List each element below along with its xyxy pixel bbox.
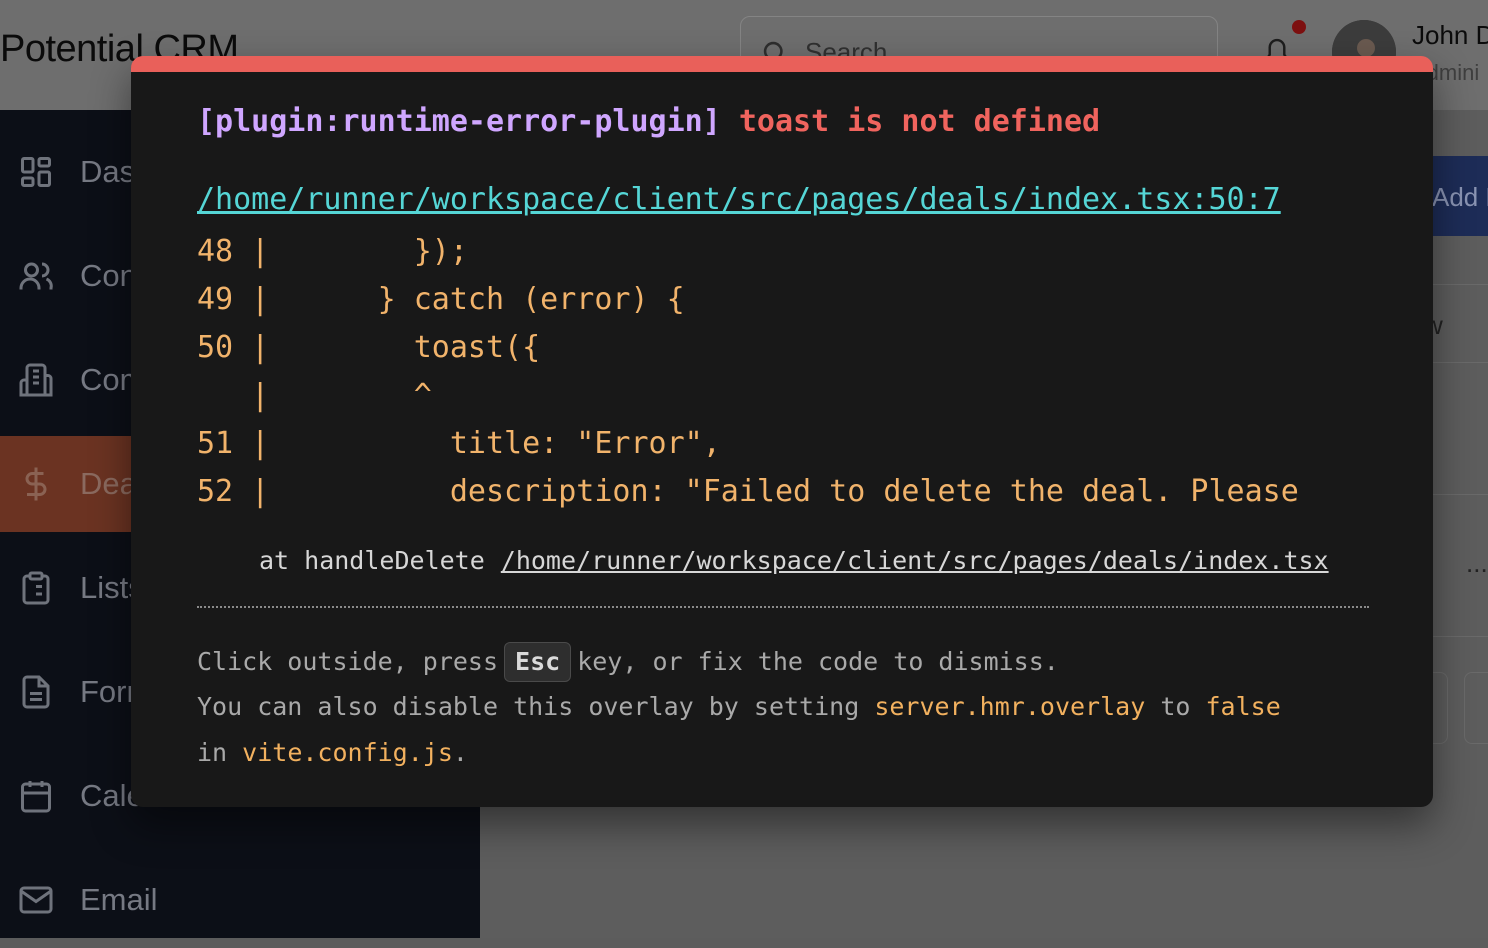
- building-icon: [19, 363, 53, 397]
- notification-badge: [1292, 20, 1306, 34]
- code-line: | ^: [197, 378, 432, 413]
- tip-text: key, or fix the code to dismiss.: [577, 647, 1059, 676]
- code-line: 52 | description: "Failed to delete the …: [197, 474, 1299, 509]
- config-value: false: [1205, 692, 1281, 721]
- code-line: 50 | toast({: [197, 330, 541, 365]
- divider: [197, 606, 1369, 608]
- error-plugin: [plugin:runtime-error-plugin]: [197, 104, 721, 139]
- code-frame: 48 | }); 49 | } catch (error) { 50 | toa…: [197, 228, 1369, 516]
- code-line: 48 | });: [197, 234, 468, 269]
- tip-text: You can also disable this overlay by set…: [197, 692, 860, 721]
- dollar-icon: [25, 467, 47, 501]
- clipboard-icon: [22, 571, 50, 605]
- config-file: vite.config.js: [242, 738, 453, 767]
- more-options-button[interactable]: ...: [1466, 548, 1488, 579]
- error-file-link[interactable]: /home/runner/workspace/client/src/pages/…: [197, 182, 1281, 217]
- dashboard-icon: [21, 157, 51, 187]
- pagination-button[interactable]: [1464, 672, 1488, 744]
- calendar-icon: [21, 781, 51, 813]
- users-icon: [19, 262, 53, 290]
- code-line: 51 | title: "Error",: [197, 426, 721, 461]
- stack-file-link[interactable]: /home/runner/workspace/client/src/pages/…: [501, 546, 1329, 575]
- sidebar-item-email[interactable]: Email: [0, 852, 480, 948]
- add-deal-label: Add Deal: [1432, 182, 1488, 212]
- mail-icon: [19, 886, 53, 914]
- dismiss-tip: Click outside, press Esc key, or fix the c…: [197, 642, 1059, 682]
- code-line: 49 | } catch (error) {: [197, 282, 685, 317]
- tip-text: in: [197, 738, 228, 767]
- sidebar-item-label: Email: [80, 882, 158, 917]
- tip-text: .: [452, 738, 468, 767]
- tip-text: Click outside, press: [197, 647, 499, 676]
- error-message: toast is not defined: [738, 104, 1101, 139]
- stack-trace: at handleDelete/home/runner/workspace/cl…: [259, 546, 1329, 575]
- config-tip: in vite.config.js.: [197, 738, 468, 767]
- file-text-icon: [22, 675, 50, 709]
- config-key: server.hmr.overlay: [874, 692, 1146, 721]
- disable-tip: You can also disable this overlay by set…: [197, 692, 1281, 721]
- tip-text: to: [1160, 692, 1191, 721]
- error-title: [plugin:runtime-error-plugin] toast is n…: [197, 104, 1100, 139]
- error-overlay[interactable]: [plugin:runtime-error-plugin] toast is n…: [131, 56, 1433, 807]
- stack-function: at handleDelete: [259, 546, 485, 575]
- esc-key: Esc: [504, 642, 572, 682]
- user-name: John D: [1412, 20, 1488, 50]
